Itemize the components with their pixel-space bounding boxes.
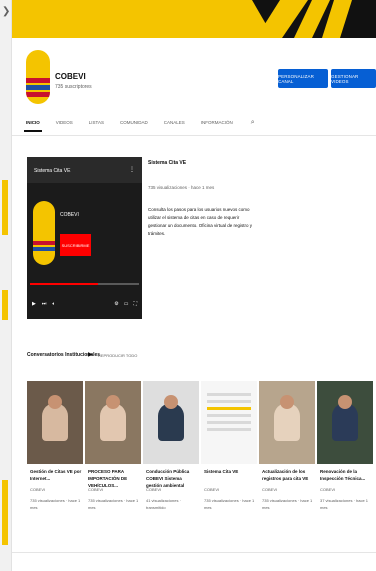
video-card[interactable]: Gestión de Citas VE por Internet... COBEV… <box>27 381 83 531</box>
featured-description: Consulta los pasos para los usuarios nue… <box>148 207 253 236</box>
player-controls: ▶ ⏭ 🔈︎ ⚙ ▭ ⛶ <box>27 295 142 313</box>
progress-bar[interactable] <box>30 283 139 285</box>
miniplayer-icon[interactable]: ▭ <box>124 301 129 307</box>
video-title[interactable]: Actualización de los registros para cita… <box>262 468 314 482</box>
player-subscribe-button[interactable]: SUSCRIBIRME <box>60 234 91 256</box>
video-card[interactable]: PROCESO PARA IMPORTACIÓN DE VEHÍCULOS...… <box>85 381 141 531</box>
section-divider <box>12 552 376 553</box>
browser-side-panel: ❯ <box>0 0 12 571</box>
customize-channel-button[interactable]: PERSONALIZAR CANAL <box>278 69 328 88</box>
video-title[interactable]: Sistema Cita VE <box>204 468 256 475</box>
subscriber-count: 735 suscriptores <box>55 84 92 90</box>
side-thumbnail <box>2 180 8 235</box>
video-views: 735 visualizaciones · hace 1 mes <box>262 498 313 510</box>
volume-icon[interactable]: 🔈︎ <box>52 301 55 307</box>
video-channel[interactable]: COBEVI <box>320 487 335 492</box>
video-views: 37 visualizaciones · hace 1 mes <box>320 498 369 510</box>
video-channel[interactable]: COBEVI <box>262 487 277 492</box>
video-channel[interactable]: COBEVI <box>30 487 45 492</box>
tab-videos[interactable]: VIDEOS <box>56 114 73 132</box>
video-title[interactable]: Gestión de Citas VE por Internet... <box>30 468 82 482</box>
video-views: 735 visualizaciones · hace 1 mes <box>88 498 139 510</box>
video-title[interactable]: PROCESO PARA IMPORTACIÓN DE VEHÍCULOS... <box>88 468 140 489</box>
video-logo <box>33 201 55 265</box>
video-views: 735 visualizaciones · hace 1 mes <box>30 498 81 510</box>
fullscreen-icon[interactable]: ⛶ <box>133 301 137 307</box>
video-thumbnail[interactable] <box>259 381 315 464</box>
video-thumbnail[interactable] <box>27 381 83 464</box>
video-thumbnail[interactable] <box>201 381 257 464</box>
play-icon[interactable]: ▶ <box>32 301 36 307</box>
play-all-link[interactable]: REPRODUCIR TODO <box>98 353 137 358</box>
tab-comunidad[interactable]: COMUNIDAD <box>120 114 148 132</box>
chevron-right-icon[interactable]: ❯ <box>2 6 10 17</box>
channel-avatar[interactable] <box>26 50 50 104</box>
video-channel[interactable]: COBEVI <box>204 487 219 492</box>
manage-videos-button[interactable]: GESTIONAR VIDEOS <box>331 69 376 88</box>
video-views: 735 visualizaciones · hace 1 mes <box>204 498 255 510</box>
video-thumbnail[interactable] <box>85 381 141 464</box>
featured-title[interactable]: Sistema Cita VE <box>148 160 186 166</box>
featured-meta: 735 visualizaciones · hace 1 mes <box>148 185 215 190</box>
tab-canales[interactable]: CANALES <box>164 114 185 132</box>
channel-banner <box>12 0 376 38</box>
video-views: 41 visualizaciones · transmitido <box>146 498 181 510</box>
video-thumbnail[interactable] <box>317 381 373 464</box>
player-brand: COBEVI <box>60 212 79 218</box>
video-channel[interactable]: COBEVI <box>146 487 161 492</box>
video-thumbnail[interactable] <box>143 381 199 464</box>
play-icon[interactable]: ▶ <box>88 351 93 358</box>
video-title[interactable]: Conducción Pública COBEVI Sistema gestió… <box>146 468 198 489</box>
side-thumbnail <box>2 480 8 545</box>
settings-icon[interactable]: ⚙ <box>114 301 118 307</box>
video-card[interactable]: Sistema Cita VE COBEVI 735 visualizaciones… <box>201 381 257 531</box>
player-title: Sistema Cita VE <box>34 168 71 174</box>
featured-video-player[interactable]: Sistema Cita VE ⋮ COBEVI SUSCRIBIRME ▶ ⏭… <box>27 157 142 319</box>
search-icon[interactable]: ⌕ <box>251 119 255 127</box>
more-options-icon[interactable]: ⋮ <box>129 166 135 173</box>
tab-listas[interactable]: LISTAS <box>89 114 104 132</box>
tab-informacion[interactable]: INFORMACIÓN <box>201 114 233 132</box>
video-card[interactable]: Actualización de los registros para cita… <box>259 381 315 531</box>
video-shelf: Gestión de Citas VE por Internet... COBEV… <box>27 381 376 531</box>
tab-inicio[interactable]: INICIO <box>24 114 42 132</box>
video-card[interactable]: Renovación de la Inspección Técnica... CO… <box>317 381 373 531</box>
video-title[interactable]: Renovación de la Inspección Técnica... <box>320 468 372 482</box>
channel-tabs: INICIO VIDEOS LISTAS COMUNIDAD CANALES I… <box>24 114 376 132</box>
progress-fill <box>30 283 98 285</box>
tabs-divider <box>12 135 376 136</box>
video-card[interactable]: Conducción Pública COBEVI Sistema gestió… <box>143 381 199 531</box>
channel-name: COBEVI <box>55 72 86 81</box>
video-channel[interactable]: COBEVI <box>88 487 103 492</box>
next-icon[interactable]: ⏭ <box>42 301 47 307</box>
side-thumbnail <box>2 290 8 320</box>
